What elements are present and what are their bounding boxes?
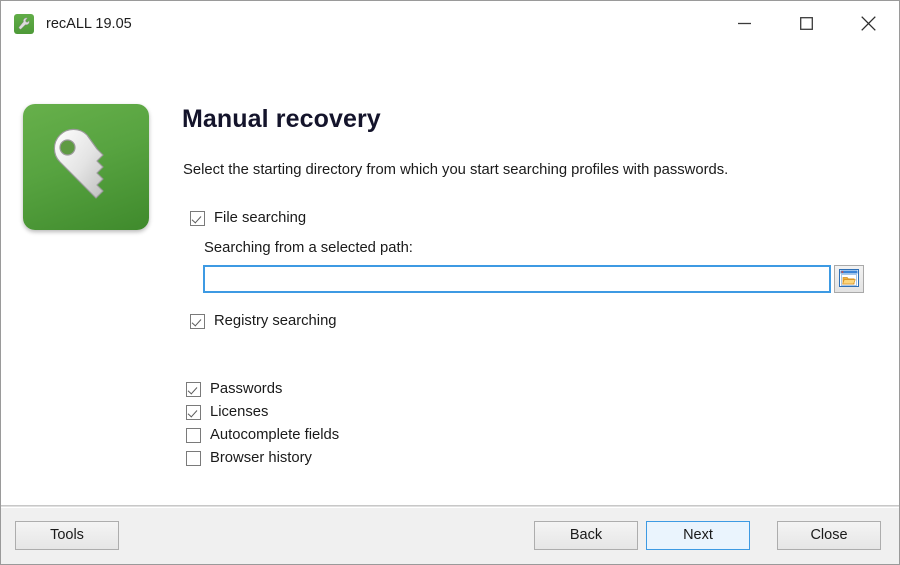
checkbox-label: File searching bbox=[214, 210, 307, 226]
minimize-icon[interactable] bbox=[713, 1, 775, 46]
title-bar-left: recALL 19.05 bbox=[1, 13, 132, 34]
title-bar: recALL 19.05 bbox=[1, 1, 899, 46]
checkbox-label: Registry searching bbox=[214, 313, 337, 329]
checkbox-box[interactable] bbox=[186, 450, 201, 466]
path-field-label: Searching from a selected path: bbox=[204, 240, 413, 256]
checkbox-box[interactable] bbox=[190, 313, 205, 329]
key-icon bbox=[23, 104, 149, 230]
checkbox-label: Passwords bbox=[210, 381, 283, 397]
window-title: recALL 19.05 bbox=[46, 15, 132, 32]
close-button[interactable]: Close bbox=[777, 521, 881, 550]
folder-icon bbox=[839, 268, 859, 290]
checkbox-licenses[interactable]: Licenses bbox=[186, 404, 268, 420]
checkbox-box[interactable] bbox=[190, 210, 205, 226]
close-icon[interactable] bbox=[837, 1, 899, 46]
page-title: Manual recovery bbox=[182, 105, 381, 133]
checkbox-box[interactable] bbox=[186, 404, 201, 420]
checkbox-browser-history[interactable]: Browser history bbox=[186, 450, 312, 466]
checkbox-label: Licenses bbox=[210, 404, 269, 420]
checkbox-registry-searching[interactable]: Registry searching bbox=[190, 313, 337, 329]
back-button[interactable]: Back bbox=[534, 521, 638, 550]
checkbox-label: Browser history bbox=[210, 450, 312, 466]
checkbox-box[interactable] bbox=[186, 427, 201, 443]
search-path-input[interactable] bbox=[203, 265, 831, 293]
checkbox-passwords[interactable]: Passwords bbox=[186, 381, 282, 397]
checkbox-label: Autocomplete fields bbox=[210, 427, 340, 443]
next-button[interactable]: Next bbox=[646, 521, 750, 550]
application-window: recALL 19.05 Manual recovery Select the … bbox=[0, 0, 900, 565]
wrench-icon bbox=[14, 13, 34, 34]
checkbox-box[interactable] bbox=[186, 381, 201, 397]
checkbox-file-searching[interactable]: File searching bbox=[190, 210, 306, 226]
browse-folder-button[interactable] bbox=[834, 265, 864, 293]
window-controls bbox=[713, 1, 899, 46]
footer-bar: Tools Back Next Close bbox=[1, 505, 899, 564]
page-description: Select the starting directory from which… bbox=[183, 162, 729, 178]
maximize-icon[interactable] bbox=[775, 1, 837, 46]
checkbox-autocomplete-fields[interactable]: Autocomplete fields bbox=[186, 427, 339, 443]
content-area: Manual recovery Select the starting dire… bbox=[1, 46, 899, 506]
tools-button[interactable]: Tools bbox=[15, 521, 119, 550]
